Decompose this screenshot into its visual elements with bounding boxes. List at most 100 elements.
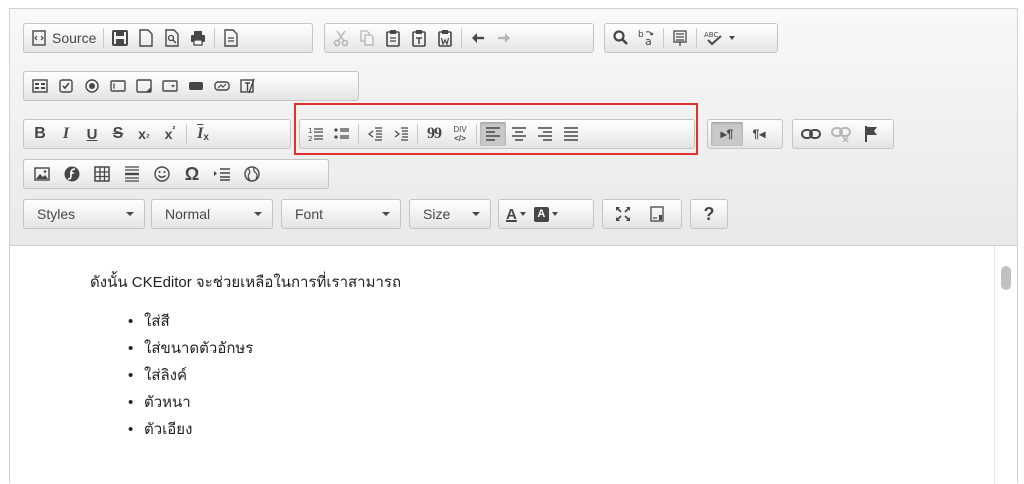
align-center-button[interactable]	[506, 122, 532, 146]
numbered-list-button[interactable]: 12	[303, 122, 329, 146]
undo-button[interactable]	[465, 26, 491, 50]
image-button-field-button[interactable]	[209, 74, 235, 98]
text-direction-rtl-button[interactable]: ¶◂	[743, 122, 775, 146]
format-combo[interactable]: Normal	[151, 199, 273, 229]
bold-label: B	[34, 125, 46, 142]
new-page-button[interactable]	[133, 26, 159, 50]
select-all-button[interactable]	[667, 26, 693, 50]
button-field-button[interactable]	[183, 74, 209, 98]
text-direction-ltr-button[interactable]: ▸¶	[711, 122, 743, 146]
font-combo[interactable]: Font	[281, 199, 401, 229]
anchor-button[interactable]	[856, 122, 886, 146]
smiley-button[interactable]	[147, 162, 177, 186]
select-field-button[interactable]	[157, 74, 183, 98]
show-blocks-button[interactable]	[640, 202, 674, 226]
maximize-button[interactable]	[606, 202, 640, 226]
paste-word-button[interactable]	[432, 26, 458, 50]
remove-format-sub: x	[203, 132, 209, 143]
text-field-icon	[110, 80, 126, 92]
table-button[interactable]	[87, 162, 117, 186]
text-color-button[interactable]: A	[502, 202, 530, 226]
checkbox-icon	[59, 79, 73, 93]
special-char-button[interactable]: Ω	[177, 162, 207, 186]
source-label: Source	[52, 30, 97, 46]
subscript-label: x	[138, 126, 146, 142]
text-field-button[interactable]	[105, 74, 131, 98]
link-button[interactable]	[796, 122, 826, 146]
content-list: ใส่สีใส่ขนาดตัวอักษรใส่ลิงค์ตัวหนาตัวเอี…	[128, 308, 253, 443]
find-icon	[613, 30, 628, 45]
align-left-button[interactable]	[480, 122, 506, 146]
radio-button[interactable]	[79, 74, 105, 98]
paste-button[interactable]	[380, 26, 406, 50]
indent-button[interactable]	[388, 122, 414, 146]
flash-button[interactable]	[57, 162, 87, 186]
textarea-button[interactable]	[131, 74, 157, 98]
ckeditor: Source b a ABC B I U S x ₂ x ² I x 1 2 9…	[9, 8, 1018, 484]
toolbar-group-links	[792, 119, 894, 149]
bold-button[interactable]: B	[27, 122, 53, 146]
preview-button[interactable]	[159, 26, 185, 50]
scrollbar-thumb[interactable]	[1001, 266, 1011, 290]
source-button[interactable]: Source	[27, 26, 100, 50]
styles-combo[interactable]: Styles	[23, 199, 145, 229]
rtl-label: ¶◂	[752, 127, 766, 141]
strikethrough-button[interactable]: S	[105, 122, 131, 146]
form-button[interactable]	[27, 74, 53, 98]
underline-button[interactable]: U	[79, 122, 105, 146]
superscript-button[interactable]: x²	[157, 122, 183, 146]
image-button[interactable]	[27, 162, 57, 186]
outdent-button[interactable]	[362, 122, 388, 146]
italic-button[interactable]: I	[53, 122, 79, 146]
align-right-icon	[538, 127, 552, 141]
redo-button[interactable]	[491, 26, 517, 50]
subscript-sub: ₂	[145, 128, 150, 139]
align-justify-button[interactable]	[558, 122, 584, 146]
image-button-field-icon	[214, 81, 230, 91]
size-combo[interactable]: Size	[409, 199, 491, 229]
horizontal-rule-button[interactable]	[117, 162, 147, 186]
checkbox-button[interactable]	[53, 74, 79, 98]
templates-button[interactable]	[218, 26, 244, 50]
blockquote-button[interactable]: 99	[421, 122, 447, 146]
separator	[461, 28, 462, 48]
unlink-button[interactable]	[826, 122, 856, 146]
bulleted-list-button[interactable]	[329, 122, 355, 146]
hidden-field-icon	[240, 78, 255, 94]
align-right-button[interactable]	[532, 122, 558, 146]
format-combo-label: Normal	[165, 206, 211, 222]
scrollbar[interactable]	[994, 246, 1017, 484]
replace-button[interactable]: ba	[634, 26, 660, 50]
smiley-icon	[154, 166, 170, 182]
indent-icon	[394, 127, 408, 141]
spellcheck-icon: ABC	[704, 31, 722, 46]
page-break-button[interactable]	[207, 162, 237, 186]
text-color-label: A	[506, 205, 517, 223]
show-blocks-icon	[650, 206, 664, 222]
superscript-label: x	[164, 126, 173, 142]
copy-button[interactable]	[354, 26, 380, 50]
help-button[interactable]: ?	[696, 202, 722, 226]
background-color-button[interactable]: A	[530, 202, 562, 226]
toolbar-group-insert: Ω	[23, 159, 329, 189]
save-button[interactable]	[107, 26, 133, 50]
spellcheck-button[interactable]: ABC	[700, 26, 739, 50]
cut-icon	[333, 30, 349, 47]
editor-content[interactable]: ดังนั้น CKEditor จะช่วยเหลือในการที่เราส…	[10, 246, 1017, 484]
create-div-button[interactable]: DIV </>	[447, 122, 473, 146]
print-button[interactable]	[185, 26, 211, 50]
subscript-button[interactable]: x₂	[131, 122, 157, 146]
hidden-field-button[interactable]	[235, 74, 261, 98]
underline-label: U	[86, 125, 98, 143]
superscript-sup: ²	[172, 123, 176, 134]
toolbar-group-paragraph: 12 99 DIV </>	[299, 119, 695, 149]
paste-text-button[interactable]	[406, 26, 432, 50]
find-button[interactable]	[608, 26, 634, 50]
iframe-button[interactable]	[237, 162, 267, 186]
cut-button[interactable]	[328, 26, 354, 50]
toolbar-group-clipboard	[324, 23, 594, 53]
div-label-bottom: </>	[454, 134, 466, 143]
div-label-top: DIV	[453, 125, 467, 134]
remove-format-button[interactable]: Ix	[190, 122, 216, 146]
list-item: ใส่สี	[128, 308, 253, 335]
